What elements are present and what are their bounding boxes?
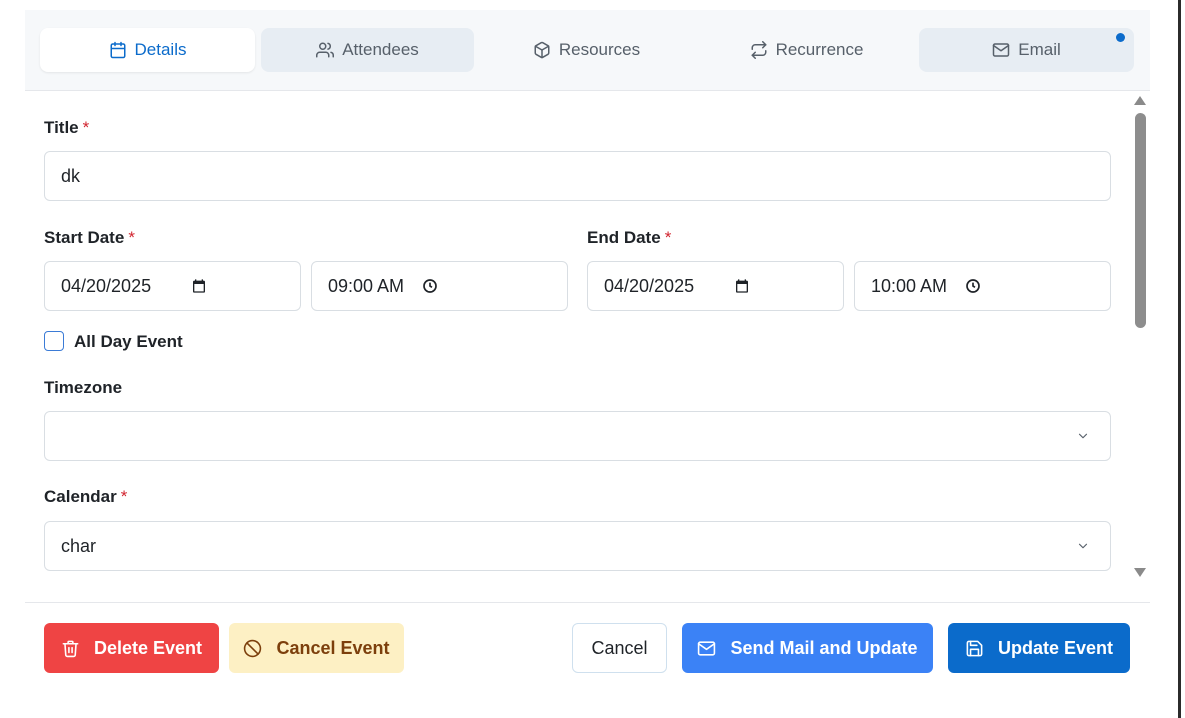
save-icon [966, 640, 983, 656]
tab-label: Email [1018, 40, 1061, 59]
update-event-button[interactable]: Update Event [948, 623, 1130, 673]
tab-attendees[interactable]: Attendees [261, 28, 474, 72]
send-mail-label: Send Mail and Update [730, 637, 918, 658]
tab-details[interactable]: Details [40, 28, 255, 72]
cancel-button[interactable]: Cancel [572, 623, 667, 673]
chevron-down-icon [1078, 433, 1088, 439]
start-date-label: Start Date * [44, 228, 135, 247]
send-mail-and-update-button[interactable]: Send Mail and Update [682, 623, 933, 673]
calendar-select[interactable]: char [44, 521, 1111, 571]
update-event-label: Update Event [997, 637, 1114, 658]
end-date-value: 04/20/2025 [604, 275, 695, 296]
scroll-down-arrow[interactable] [1134, 568, 1146, 577]
title-label: Title * [44, 118, 90, 137]
clock-icon[interactable] [422, 278, 438, 294]
trash-icon [62, 640, 79, 657]
event-form: Title * dk Start Date * 04/20/2025 09:00 A… [25, 91, 1150, 581]
tab-label: Attendees [342, 40, 419, 59]
calendar-label: Calendar * [44, 487, 128, 506]
cancel-event-button[interactable]: Cancel Event [229, 623, 404, 673]
window-edge [1178, 0, 1181, 718]
start-time-value: 09:00 AM [328, 275, 405, 296]
end-date-label: End Date * [587, 228, 672, 247]
required-mark: * [664, 228, 672, 247]
tab-recurrence[interactable]: Recurrence [700, 28, 913, 72]
cancel-event-label: Cancel Event [276, 637, 390, 658]
calendar-picker-icon[interactable] [191, 278, 207, 294]
calendar-icon [110, 41, 126, 59]
title-input[interactable]: dk [44, 151, 1111, 201]
required-mark: * [120, 487, 128, 506]
cancel-label: Cancel [591, 637, 648, 658]
scrollbar-thumb[interactable] [1135, 113, 1146, 328]
calendar-picker-icon[interactable] [734, 278, 750, 294]
delete-event-label: Delete Event [93, 637, 203, 658]
timezone-label: Timezone [44, 378, 123, 397]
tab-label: Resources [558, 40, 641, 59]
end-time-input[interactable]: 10:00 AM [854, 261, 1111, 311]
delete-event-button[interactable]: Delete Event [44, 623, 219, 673]
footer-divider [25, 602, 1150, 603]
tab-email[interactable]: Email [919, 28, 1134, 72]
tab-resources[interactable]: Resources [480, 28, 693, 72]
repeat-icon [751, 41, 767, 59]
mail-icon [992, 43, 1010, 57]
start-date-value: 04/20/2025 [61, 275, 152, 296]
users-icon [316, 42, 335, 58]
tab-bar: Details Attendees Resources Recurrence E… [25, 10, 1150, 91]
box-icon [534, 41, 550, 59]
all-day-label: All Day Event [74, 332, 183, 351]
tab-label: Recurrence [775, 40, 864, 59]
end-time-value: 10:00 AM [871, 275, 948, 296]
required-mark: * [82, 118, 90, 137]
tab-label: Details [134, 40, 187, 59]
all-day-checkbox[interactable] [44, 331, 64, 351]
scroll-up-arrow[interactable] [1134, 96, 1146, 105]
start-date-input[interactable]: 04/20/2025 [44, 261, 301, 311]
calendar-value: char [61, 535, 97, 556]
clock-icon[interactable] [965, 278, 981, 294]
required-mark: * [128, 228, 135, 247]
notification-dot [1116, 33, 1125, 42]
mail-icon [698, 640, 716, 656]
end-date-input[interactable]: 04/20/2025 [587, 261, 844, 311]
title-value: dk [61, 165, 81, 186]
start-time-input[interactable]: 09:00 AM [311, 261, 568, 311]
chevron-down-icon [1078, 543, 1088, 549]
ban-icon [244, 639, 262, 657]
timezone-select[interactable] [44, 411, 1111, 461]
